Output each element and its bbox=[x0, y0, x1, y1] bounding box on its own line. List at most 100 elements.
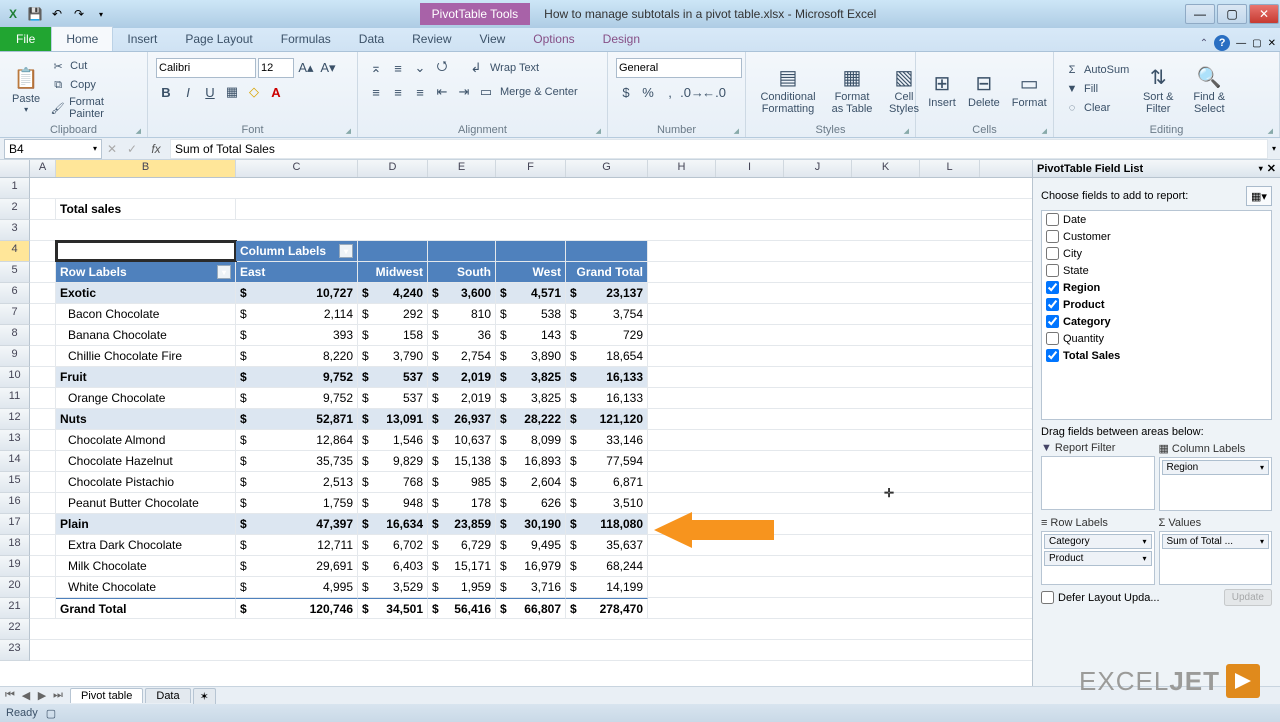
underline-button[interactable]: U bbox=[200, 82, 220, 102]
tab-review[interactable]: Review bbox=[398, 27, 465, 51]
sheet-nav-prev-icon[interactable]: ◀ bbox=[18, 689, 34, 702]
window-close-icon[interactable]: ✕ bbox=[1268, 38, 1276, 49]
sheet-tab-pivot-table[interactable]: Pivot table bbox=[70, 688, 143, 703]
row-head[interactable]: 13 bbox=[0, 430, 30, 451]
select-all-corner[interactable] bbox=[0, 160, 30, 177]
increase-font-icon[interactable]: A▴ bbox=[296, 58, 316, 78]
window-min-icon[interactable]: — bbox=[1236, 38, 1246, 49]
row-head[interactable]: 18 bbox=[0, 535, 30, 556]
col-head-C[interactable]: C bbox=[236, 160, 358, 177]
field-checkbox[interactable] bbox=[1046, 349, 1059, 362]
name-box[interactable]: B4 ▾ bbox=[4, 139, 102, 159]
area-pill[interactable]: Region▾ bbox=[1162, 460, 1270, 475]
row-head[interactable]: 16 bbox=[0, 493, 30, 514]
tab-page-layout[interactable]: Page Layout bbox=[171, 27, 266, 51]
align-right-icon[interactable]: ≡ bbox=[410, 82, 430, 102]
field-checkbox[interactable] bbox=[1046, 315, 1059, 328]
fill-button[interactable]: ▼Fill bbox=[1062, 80, 1131, 98]
sheet-tab-data[interactable]: Data bbox=[145, 688, 190, 703]
tab-data[interactable]: Data bbox=[345, 27, 398, 51]
col-head-E[interactable]: E bbox=[428, 160, 496, 177]
report-filter-area[interactable] bbox=[1041, 456, 1155, 510]
row-head[interactable]: 4 bbox=[0, 241, 30, 262]
formula-input[interactable] bbox=[170, 139, 1268, 159]
col-head-J[interactable]: J bbox=[784, 160, 852, 177]
qat-dropdown-icon[interactable]: ▾ bbox=[92, 5, 110, 23]
row-head[interactable]: 11 bbox=[0, 388, 30, 409]
defer-layout-checkbox[interactable] bbox=[1041, 591, 1054, 604]
minimize-ribbon-icon[interactable]: ⌃ bbox=[1200, 38, 1208, 49]
borders-button[interactable]: ▦ bbox=[222, 82, 242, 102]
paste-button[interactable]: 📋 Paste ▾ bbox=[8, 63, 44, 116]
tab-design[interactable]: Design bbox=[589, 27, 654, 51]
align-center-icon[interactable]: ≡ bbox=[388, 82, 408, 102]
autosum-button[interactable]: ΣAutoSum bbox=[1062, 61, 1131, 79]
tab-file[interactable]: File bbox=[0, 27, 51, 51]
field-checkbox-list[interactable]: DateCustomerCityStateRegionProductCatego… bbox=[1041, 210, 1272, 420]
find-select-button[interactable]: 🔍Find & Select bbox=[1185, 61, 1233, 117]
bold-button[interactable]: B bbox=[156, 82, 176, 102]
italic-button[interactable]: I bbox=[178, 82, 198, 102]
field-checkbox[interactable] bbox=[1046, 230, 1059, 243]
help-icon[interactable]: ? bbox=[1214, 35, 1230, 51]
enter-formula-icon[interactable]: ✓ bbox=[122, 142, 142, 156]
font-name-select[interactable] bbox=[156, 58, 256, 78]
chevron-down-icon[interactable]: ▾ bbox=[93, 144, 97, 153]
increase-indent-icon[interactable]: ⇥ bbox=[454, 82, 474, 102]
tab-home[interactable]: Home bbox=[51, 26, 113, 51]
field-item[interactable]: City bbox=[1042, 245, 1271, 262]
sheet-nav-first-icon[interactable]: ⏮ bbox=[2, 689, 18, 702]
field-list-layout-button[interactable]: ▦▾ bbox=[1246, 186, 1272, 206]
align-middle-icon[interactable]: ≡ bbox=[388, 58, 408, 78]
format-cells-button[interactable]: ▭Format bbox=[1008, 67, 1051, 111]
row-head[interactable]: 8 bbox=[0, 325, 30, 346]
worksheet[interactable]: A B C D E F G H I J K L 1234567891011121… bbox=[0, 160, 1032, 686]
row-head[interactable]: 5 bbox=[0, 262, 30, 283]
field-checkbox[interactable] bbox=[1046, 247, 1059, 260]
field-item[interactable]: State bbox=[1042, 262, 1271, 279]
field-checkbox[interactable] bbox=[1046, 298, 1059, 311]
row-head[interactable]: 17 bbox=[0, 514, 30, 535]
field-list-dropdown-icon[interactable]: ▾ bbox=[1259, 164, 1263, 173]
row-head[interactable]: 1 bbox=[0, 178, 30, 199]
values-area[interactable]: Sum of Total ...▾ bbox=[1159, 531, 1273, 585]
field-checkbox[interactable] bbox=[1046, 264, 1059, 277]
field-item[interactable]: Region bbox=[1042, 279, 1271, 296]
row-head[interactable]: 20 bbox=[0, 577, 30, 598]
redo-icon[interactable]: ↷ bbox=[70, 5, 88, 23]
new-sheet-button[interactable]: ✶ bbox=[193, 688, 216, 704]
conditional-formatting-button[interactable]: ▤Conditional Formatting bbox=[754, 61, 822, 117]
row-head[interactable]: 15 bbox=[0, 472, 30, 493]
col-head-L[interactable]: L bbox=[920, 160, 980, 177]
decrease-decimal-icon[interactable]: ←.0 bbox=[704, 82, 724, 102]
sheet-nav-next-icon[interactable]: ▶ bbox=[34, 689, 50, 702]
col-head-D[interactable]: D bbox=[358, 160, 428, 177]
column-labels-area[interactable]: Region▾ bbox=[1159, 457, 1273, 511]
col-head-K[interactable]: K bbox=[852, 160, 920, 177]
cancel-formula-icon[interactable]: ✕ bbox=[102, 142, 122, 156]
field-list-close-icon[interactable]: ✕ bbox=[1267, 162, 1276, 175]
increase-decimal-icon[interactable]: .0→ bbox=[682, 82, 702, 102]
merge-center-button[interactable]: Merge & Center bbox=[498, 82, 580, 102]
field-item[interactable]: Total Sales bbox=[1042, 347, 1271, 364]
window-restore-icon[interactable]: ▢ bbox=[1252, 38, 1261, 49]
sheet-nav-last-icon[interactable]: ⏭ bbox=[50, 689, 66, 702]
expand-formula-icon[interactable]: ▾ bbox=[1268, 144, 1280, 153]
align-bottom-icon[interactable]: ⌄ bbox=[410, 58, 430, 78]
field-item[interactable]: Customer bbox=[1042, 228, 1271, 245]
comma-icon[interactable]: , bbox=[660, 82, 680, 102]
sort-filter-button[interactable]: ⇅Sort & Filter bbox=[1135, 61, 1181, 117]
fx-icon[interactable]: fx bbox=[142, 142, 170, 156]
fill-color-button[interactable]: ◇ bbox=[244, 82, 264, 102]
number-format-select[interactable] bbox=[616, 58, 742, 78]
clear-button[interactable]: ◌Clear bbox=[1062, 99, 1131, 117]
close-button[interactable]: ✕ bbox=[1249, 4, 1279, 24]
orientation-icon[interactable]: ⭯ bbox=[432, 58, 452, 78]
row-labels-dropdown-icon[interactable]: ▾ bbox=[217, 265, 231, 279]
tab-formulas[interactable]: Formulas bbox=[267, 27, 345, 51]
copy-button[interactable]: ⧉Copy bbox=[48, 76, 139, 94]
field-checkbox[interactable] bbox=[1046, 332, 1059, 345]
row-head[interactable]: 23 bbox=[0, 640, 30, 661]
col-head-F[interactable]: F bbox=[496, 160, 566, 177]
area-pill[interactable]: Category▾ bbox=[1044, 534, 1152, 549]
